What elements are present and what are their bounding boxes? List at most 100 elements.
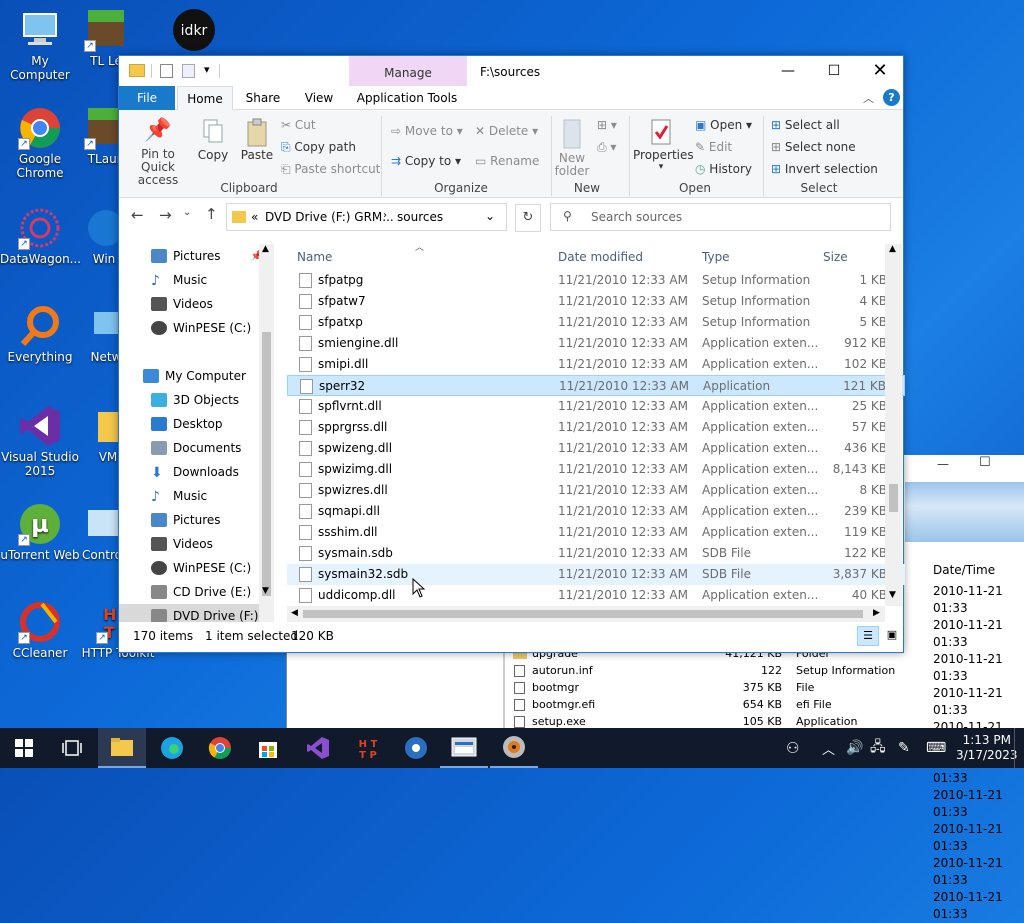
nav-item[interactable]: ♪ Music (119, 484, 274, 508)
taskbar-disc-burner[interactable] (490, 728, 538, 768)
file-explorer-window[interactable]: ▾ Manage F:\sources — ☐ ✕ File Home Shar… (118, 55, 905, 653)
edit-button[interactable]: ✎ Edit (695, 140, 732, 154)
scroll-right-icon[interactable]: ▶ (873, 608, 880, 618)
table-row[interactable]: smipi.dll 11/21/2010 12:33 AM Application … (287, 354, 905, 375)
column-header-date[interactable]: Date modified (558, 250, 643, 264)
properties-quick-icon[interactable] (160, 64, 173, 78)
notification-icon[interactable] (1014, 728, 1024, 768)
breadcrumb-dvd-drive[interactable]: DVD Drive (F:) GRM... (265, 210, 394, 224)
nav-item[interactable]: ♪ Music (119, 268, 274, 292)
tab-file[interactable]: File (119, 86, 175, 110)
scroll-left-icon[interactable]: ◀ (291, 608, 298, 618)
desktop-icon-datawagon[interactable]: ↗ DataWagon... (0, 206, 81, 266)
file-list-horizontal-scrollbar[interactable]: ◀ ▶ (287, 606, 885, 622)
nav-item[interactable]: Desktop (119, 412, 274, 436)
nav-item[interactable]: WinPESE (C:) (119, 556, 274, 580)
pin-quick-access-button[interactable]: 📌 Pin to Quick access (123, 118, 193, 187)
table-row[interactable]: sqmapi.dll 11/21/2010 12:33 AM Application… (287, 501, 905, 522)
column-header-type[interactable]: Type (702, 250, 730, 264)
taskbar-chrome[interactable] (196, 728, 244, 768)
taskbar-visual-studio[interactable] (294, 728, 342, 768)
background-column-header[interactable]: Date/Time (933, 563, 995, 577)
task-view-button[interactable] (48, 728, 96, 768)
table-row[interactable]: sysmain.sdb 11/21/2010 12:33 AM SDB File 12… (287, 543, 905, 564)
nav-item[interactable]: ⬇ Downloads (119, 460, 274, 484)
scroll-down-icon[interactable]: ▼ (889, 590, 896, 600)
taskbar-store[interactable] (244, 728, 292, 768)
scroll-up-icon[interactable]: ▲ (889, 244, 896, 254)
tab-view[interactable]: View (293, 86, 345, 110)
taskbar-edge[interactable] (148, 728, 196, 768)
large-icons-view-icon[interactable]: ▣ (883, 626, 901, 646)
table-row[interactable]: spwizimg.dll 11/21/2010 12:33 AM Applicati… (287, 459, 905, 480)
scrollbar-thumb[interactable] (889, 484, 898, 512)
taskbar-http-toolkit[interactable]: H TT P (344, 728, 392, 768)
keyboard-icon[interactable]: ⌨ (926, 728, 946, 768)
list-item[interactable]: bootmgr 375 KB File (507, 679, 1024, 696)
title-bar[interactable]: ▾ Manage F:\sources — ☐ ✕ (119, 56, 903, 86)
table-row[interactable]: spflvrnt.dll 11/21/2010 12:33 AM Applicati… (287, 396, 905, 417)
details-view-icon[interactable]: ☰ (857, 626, 879, 646)
maximize-icon[interactable]: ☐ (979, 455, 991, 470)
quick-access-dropdown-icon[interactable]: ▾ (204, 63, 210, 76)
start-button[interactable] (0, 728, 48, 768)
volume-icon[interactable]: 🔊 (846, 728, 863, 768)
people-icon[interactable]: ⚇ (786, 728, 799, 768)
maximize-button[interactable]: ☐ (811, 56, 857, 86)
properties-button[interactable]: Properties ▾ (633, 118, 694, 172)
desktop-icon-chrome[interactable]: ↗ Google Chrome (0, 106, 80, 180)
list-item[interactable]: bootmgr.efi 654 KB efi File (507, 696, 1024, 713)
select-none-button[interactable]: ⊞ Select none (771, 140, 856, 154)
list-item[interactable]: autorun.inf 122 Setup Information (507, 662, 1024, 679)
column-header-name[interactable]: Name (297, 250, 332, 264)
nav-item[interactable]: 3D Objects (119, 388, 274, 412)
table-row[interactable]: spprgrss.dll 11/21/2010 12:33 AM Applicati… (287, 417, 905, 438)
delete-button[interactable]: ✕ Delete ▾ (475, 124, 538, 138)
move-to-button[interactable]: ⇨ Move to ▾ (391, 124, 463, 138)
show-hidden-icons-icon[interactable]: ︿ (822, 728, 835, 768)
table-row[interactable]: sfpatpg 11/21/2010 12:33 AM Setup Informat… (287, 270, 905, 291)
file-list-scrollbar[interactable]: ▲ ▼ (885, 244, 902, 606)
tab-application-tools[interactable]: Application Tools (351, 86, 463, 110)
manage-context-tab[interactable]: Manage (349, 56, 467, 86)
minimize-icon[interactable]: — (937, 457, 949, 471)
close-button[interactable]: ✕ (857, 56, 903, 86)
open-button[interactable]: ▣ Open ▾ (695, 118, 752, 132)
cut-button[interactable]: ✂ Cut (281, 118, 316, 132)
table-row[interactable]: spwizeng.dll 11/21/2010 12:33 AM Applicati… (287, 438, 905, 459)
scrollbar-thumb[interactable] (303, 610, 863, 618)
nav-item-selected[interactable]: DVD Drive (F:) GI (119, 604, 274, 622)
nav-item[interactable]: Videos (119, 292, 274, 316)
column-header-size[interactable]: Size (823, 250, 848, 264)
scroll-down-icon[interactable]: ▼ (262, 586, 269, 596)
desktop-icon-visual-studio[interactable]: Visual Studio 2015 (0, 404, 80, 478)
invert-selection-button[interactable]: ⊞ Invert selection (771, 162, 878, 176)
table-row-selected[interactable]: sperr32 11/21/2010 12:33 AM Application 121… (287, 375, 905, 396)
search-box[interactable]: ⚲ Search sources (550, 203, 891, 231)
scroll-up-icon[interactable]: ▲ (262, 244, 269, 254)
collapse-ribbon-icon[interactable]: ︿ (863, 90, 874, 106)
navigation-pane[interactable]: Pictures 📌 ♪ Music Videos WinPESE (C:) My … (119, 244, 274, 622)
desktop-icon-utorrent[interactable]: µ ↗ uTorrent Web (0, 502, 80, 562)
desktop-icon-ccleaner[interactable]: ↗ CCleaner (0, 600, 80, 660)
address-bar[interactable]: « DVD Drive (F:) GRM... › sources ⌄ (226, 203, 507, 231)
refresh-icon[interactable]: ↻ (515, 204, 541, 232)
paste-button[interactable]: Paste (237, 118, 277, 162)
taskbar-media-app[interactable] (392, 728, 440, 768)
tab-home[interactable]: Home (177, 86, 233, 110)
tab-share[interactable]: Share (237, 86, 289, 110)
forward-arrow-icon[interactable]: → (159, 206, 172, 224)
new-folder-quick-icon[interactable] (182, 64, 195, 78)
nav-item[interactable]: CD Drive (E:) (119, 580, 274, 604)
copy-button[interactable]: Copy (195, 118, 231, 162)
history-button[interactable]: ◷ History (695, 162, 752, 176)
table-row[interactable]: spwizres.dll 11/21/2010 12:33 AM Applicati… (287, 480, 905, 501)
new-folder-button[interactable]: New folder (551, 118, 593, 178)
desktop-icon-my-computer[interactable]: My Computer (0, 8, 80, 82)
new-item-button[interactable]: ⊞ ▾ (597, 118, 617, 132)
back-arrow-icon[interactable]: ← (131, 206, 144, 224)
nav-scrollbar[interactable]: ▲ ▼ (259, 244, 274, 622)
table-row[interactable]: sfpatw7 11/21/2010 12:33 AM Setup Informat… (287, 291, 905, 312)
desktop-icon-idkr[interactable]: idkr (154, 8, 234, 54)
nav-item[interactable]: Pictures 📌 (119, 244, 274, 268)
